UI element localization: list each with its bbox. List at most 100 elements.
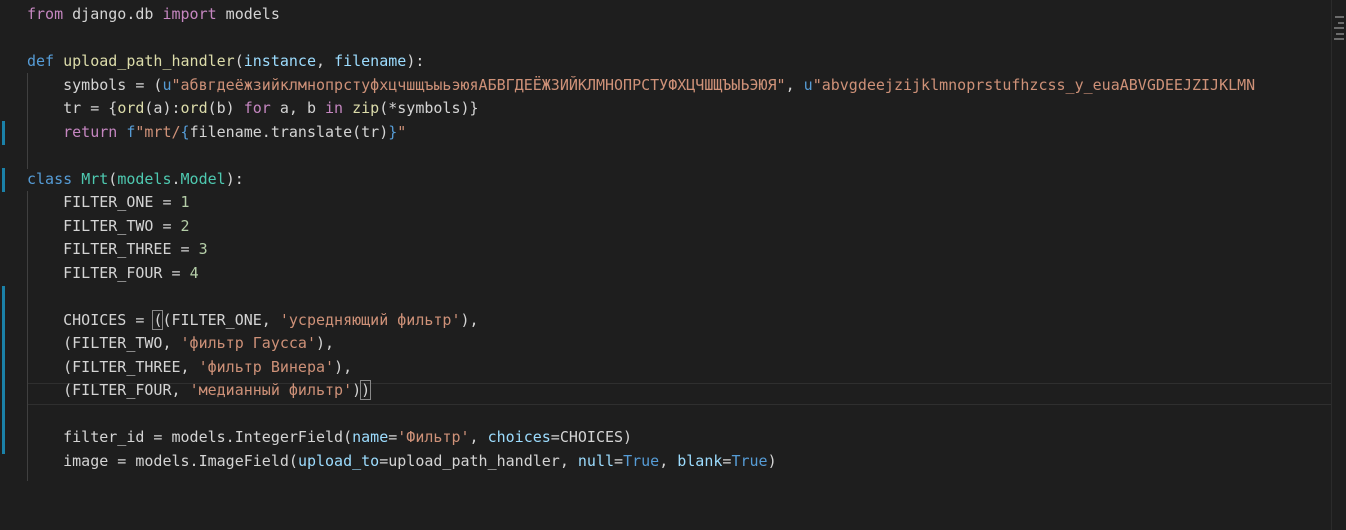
code-token: (FILTER_FOUR, [27, 381, 190, 399]
code-line[interactable]: class Mrt(models.Model): [27, 168, 1327, 192]
code-token: def [27, 52, 55, 70]
code-token: ), [460, 310, 479, 329]
code-line[interactable] [27, 27, 1327, 51]
code-token: u [162, 75, 172, 94]
code-token: models [117, 169, 172, 188]
code-line[interactable]: FILTER_THREE = 3 [27, 238, 1327, 262]
code-token: import [162, 5, 217, 23]
code-token: (FILTER_THREE, [27, 357, 199, 376]
code-token: zip [352, 99, 380, 117]
code-line[interactable]: image = models.ImageField(upload_to=uplo… [27, 450, 1327, 474]
code-token: ( [108, 169, 118, 188]
minimap-line [1336, 33, 1344, 35]
code-token: ): [406, 52, 425, 70]
code-token: django.db [63, 5, 163, 23]
code-token: ) [352, 381, 362, 399]
code-token: a, b [270, 99, 326, 117]
code-token: ) [767, 451, 777, 470]
code-token: Mrt [81, 169, 109, 188]
code-token: (b) [207, 99, 244, 117]
code-token: FILTER_ONE = [27, 193, 181, 211]
code-token: =upload_path_handler, [379, 451, 578, 470]
code-line[interactable]: from django.db import models [27, 3, 1327, 27]
code-token: = [614, 451, 624, 470]
code-token: symbols = ( [27, 75, 163, 94]
code-line[interactable]: def upload_path_handler(instance, filena… [27, 50, 1327, 74]
code-token: 4 [189, 263, 199, 282]
code-token: , [316, 52, 335, 70]
code-token: models [216, 5, 280, 23]
code-token: 3 [198, 240, 208, 258]
code-token: filter_id = models.IntegerField( [27, 428, 353, 446]
minimap-line [1334, 38, 1344, 40]
code-line[interactable] [27, 403, 1327, 427]
code-token: tr = { [27, 99, 118, 117]
code-line[interactable]: tr = {ord(a):ord(b) for a, b in zip(*sym… [27, 97, 1327, 121]
code-line[interactable]: (FILTER_TWO, 'фильтр Гаусса'), [27, 332, 1327, 356]
code-token: filename [334, 52, 407, 70]
code-line[interactable]: FILTER_FOUR = 4 [27, 262, 1327, 286]
minimap-line [1338, 22, 1344, 24]
code-line[interactable] [27, 285, 1327, 309]
code-line[interactable]: (FILTER_THREE, 'фильтр Винера'), [27, 356, 1327, 380]
code-token: class [27, 169, 73, 188]
code-token: 'усредняющий фильтр' [279, 310, 461, 329]
code-token: ), [334, 357, 353, 376]
code-line[interactable] [27, 144, 1327, 168]
code-line[interactable]: CHOICES = ((FILTER_ONE, 'усредняющий фил… [27, 309, 1327, 333]
code-token: " [397, 122, 407, 141]
code-token: return [63, 122, 118, 141]
code-token: ord [180, 99, 208, 117]
code-token: CHOICES = [27, 310, 154, 329]
code-line[interactable]: FILTER_ONE = 1 [27, 191, 1327, 215]
code-token: Model [180, 169, 226, 188]
code-token: (FILTER_ONE, [162, 310, 280, 329]
code-token: filename.translate(tr) [189, 122, 389, 141]
code-line[interactable]: FILTER_TWO = 2 [27, 215, 1327, 239]
code-token: from [27, 5, 64, 23]
code-token: FILTER_FOUR = [27, 263, 190, 282]
vertical-scrollbar[interactable] [1331, 0, 1346, 530]
code-line[interactable]: (FILTER_FOUR, 'медианный фильтр')) [27, 379, 1327, 403]
git-modified-marker [2, 168, 5, 192]
code-token: "абвгдеёжзийклмнопрстуфхцчшщъыьэюяАБВГДЕ… [171, 75, 786, 94]
code-token: . [171, 169, 181, 188]
git-modified-marker [2, 286, 5, 454]
git-modified-marker [2, 121, 5, 145]
code-token: 1 [180, 193, 190, 211]
code-token: } [388, 122, 398, 141]
code-line[interactable]: return f"mrt/{filename.translate(tr)}" [27, 121, 1327, 145]
code-token: =CHOICES) [550, 428, 633, 446]
code-token: 'фильтр Винера' [198, 357, 335, 376]
code-token: u [803, 75, 813, 94]
code-token: ), [316, 334, 335, 352]
code-line[interactable]: symbols = (u"абвгдеёжзийклмнопрстуфхцчшщ… [27, 74, 1327, 98]
code-token: (a): [144, 99, 181, 117]
code-token: True [623, 451, 660, 470]
code-token: ( [234, 52, 244, 70]
code-token: 2 [180, 216, 190, 235]
code-token: 'Фильтр' [397, 428, 470, 446]
code-token: , [469, 428, 488, 446]
code-editor[interactable]: from django.db import models def upload_… [0, 0, 1346, 530]
code-token: null [577, 451, 615, 470]
code-token: ): [225, 169, 244, 188]
code-token: blank [677, 451, 723, 470]
code-token: FILTER_THREE = [27, 240, 199, 258]
code-token: instance [243, 52, 316, 70]
minimap-line [1334, 27, 1344, 29]
code-token: FILTER_TWO = [27, 216, 181, 235]
code-token: ord [117, 99, 145, 117]
code-line[interactable]: filter_id = models.IntegerField(name='Фи… [27, 426, 1327, 450]
code-token: (*symbols)} [379, 99, 479, 117]
code-token: { [180, 122, 190, 141]
code-token: 'фильтр Гаусса' [180, 334, 316, 352]
code-token: name [352, 428, 389, 446]
code-token: 'медианный фильтр' [189, 381, 353, 399]
code-content[interactable]: from django.db import models def upload_… [27, 3, 1327, 530]
